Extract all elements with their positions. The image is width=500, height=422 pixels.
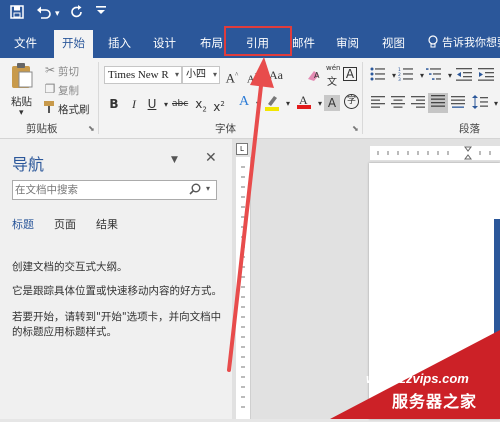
svg-text:A: A [314,71,320,80]
chevron-down-icon[interactable]: ▾ [488,96,500,112]
search-input[interactable] [15,182,185,197]
save-icon[interactable] [10,4,24,24]
chevron-down-icon[interactable]: ▾ [280,96,296,112]
tab-design[interactable]: 设计 [153,28,176,58]
chevron-down-icon: ▾ [174,70,179,79]
lightbulb-icon [428,28,438,58]
multilevel-list-icon[interactable] [426,67,442,83]
tab-home[interactable]: 开始 [54,30,93,58]
nav-hint-line-1: 创建文档的交互式大纲。 [12,261,128,273]
italic-icon[interactable]: I [126,96,142,112]
format-painter-button[interactable]: 格式刷 [58,102,90,117]
font-name-combo[interactable]: Times New R ▾ [104,66,182,84]
redo-icon[interactable] [70,4,84,24]
font-size-value: 小四 [186,69,206,80]
chevron-down-icon[interactable]: ▾ [206,184,210,193]
phonetic-guide-icon[interactable]: 文 [327,73,337,88]
svg-text:3: 3 [398,77,401,81]
tab-mailings[interactable]: 邮件 [292,28,315,58]
tab-insert[interactable]: 插入 [108,28,131,58]
dialog-launcher-icon[interactable]: ⬊ [352,124,359,133]
nav-hint-line-2: 它是跟踪具体位置或快速移动内容的好方式。 [12,285,222,297]
navigation-pane: 导航 ▼ ✕ ▾ 标题 页面 结果 创建文档的交互式大纲。 它是跟踪具体位置或快… [0,139,232,419]
nav-pane-title: 导航 [12,155,45,174]
clear-formatting-icon[interactable]: A [306,67,322,83]
decrease-indent-icon[interactable] [456,67,472,83]
subscript-icon[interactable]: x2 [193,96,209,113]
font-color-icon[interactable]: A [296,92,312,109]
page-edge-accent [494,219,500,339]
references-tab-highlight [224,26,292,56]
ribbon-divider [362,62,363,134]
font-size-combo[interactable]: 小四 ▾ [182,66,220,84]
search-icon[interactable] [189,183,201,198]
tell-me-box[interactable]: 告诉我你想要 [442,28,500,58]
nav-tab-headings[interactable]: 标题 [12,216,34,232]
nav-tab-results[interactable]: 结果 [96,216,118,232]
chevron-down-icon: ▾ [212,70,217,79]
title-bar: ▾ [0,0,500,28]
bold-icon[interactable]: B [106,96,122,112]
horizontal-ruler [370,146,500,160]
nav-hint-line-3: 若要开始，请转到"开始"选项卡，并向文档中的标题应用标题样式。 [12,311,222,338]
tab-file[interactable]: 文件 [14,28,37,58]
ribbon-divider [98,62,99,134]
scissors-icon[interactable]: ✂ [42,62,58,78]
phonetic-guide-top: wén [326,64,341,72]
clipboard-group-label: 剪贴板 [26,123,58,135]
paste-dropdown-icon[interactable]: ▾ [19,108,24,118]
align-left-icon[interactable] [370,96,386,112]
tab-review[interactable]: 审阅 [336,28,359,58]
copy-button[interactable]: 复制 [58,83,79,98]
nav-options-icon[interactable]: ▼ [171,155,178,165]
tab-layout[interactable]: 布局 [200,28,223,58]
nav-tab-pages[interactable]: 页面 [54,216,76,232]
numbering-icon[interactable]: 123 [398,67,414,83]
cut-button[interactable]: 剪切 [58,64,79,79]
align-right-icon[interactable] [410,96,426,112]
tab-view[interactable]: 视图 [382,28,405,58]
align-center-icon[interactable] [390,96,406,112]
line-spacing-icon[interactable] [472,95,488,111]
increase-indent-icon[interactable] [478,67,494,83]
distributed-icon[interactable] [450,96,466,112]
svg-text:A: A [299,93,308,107]
enclosed-character-icon[interactable]: 字 [344,94,359,109]
character-shading-icon[interactable]: A [324,95,340,111]
format-painter-icon[interactable] [42,100,58,116]
paragraph-group-label: 段落 [459,123,480,135]
undo-icon[interactable] [36,4,52,24]
copy-icon[interactable]: ❐ [42,81,58,97]
justify-icon[interactable] [428,93,448,113]
watermark-url: www.zzvips.com [366,371,469,386]
undo-dropdown-icon[interactable]: ▾ [55,4,60,24]
clipboard-icon[interactable] [10,62,34,92]
paste-button[interactable]: 粘贴 [11,94,32,109]
bullets-icon[interactable] [370,67,386,83]
character-border-icon[interactable]: A [343,67,357,81]
dialog-launcher-icon[interactable]: ⬊ [88,124,95,133]
close-icon[interactable]: ✕ [205,150,217,166]
font-name-value: Times New R [108,69,169,81]
customize-icon[interactable] [96,4,106,24]
nav-search-box[interactable]: ▾ [12,180,217,200]
strikethrough-icon[interactable]: abc [172,96,188,112]
watermark-name: 服务器之家 [392,392,478,411]
pointer-arrow [227,57,274,372]
